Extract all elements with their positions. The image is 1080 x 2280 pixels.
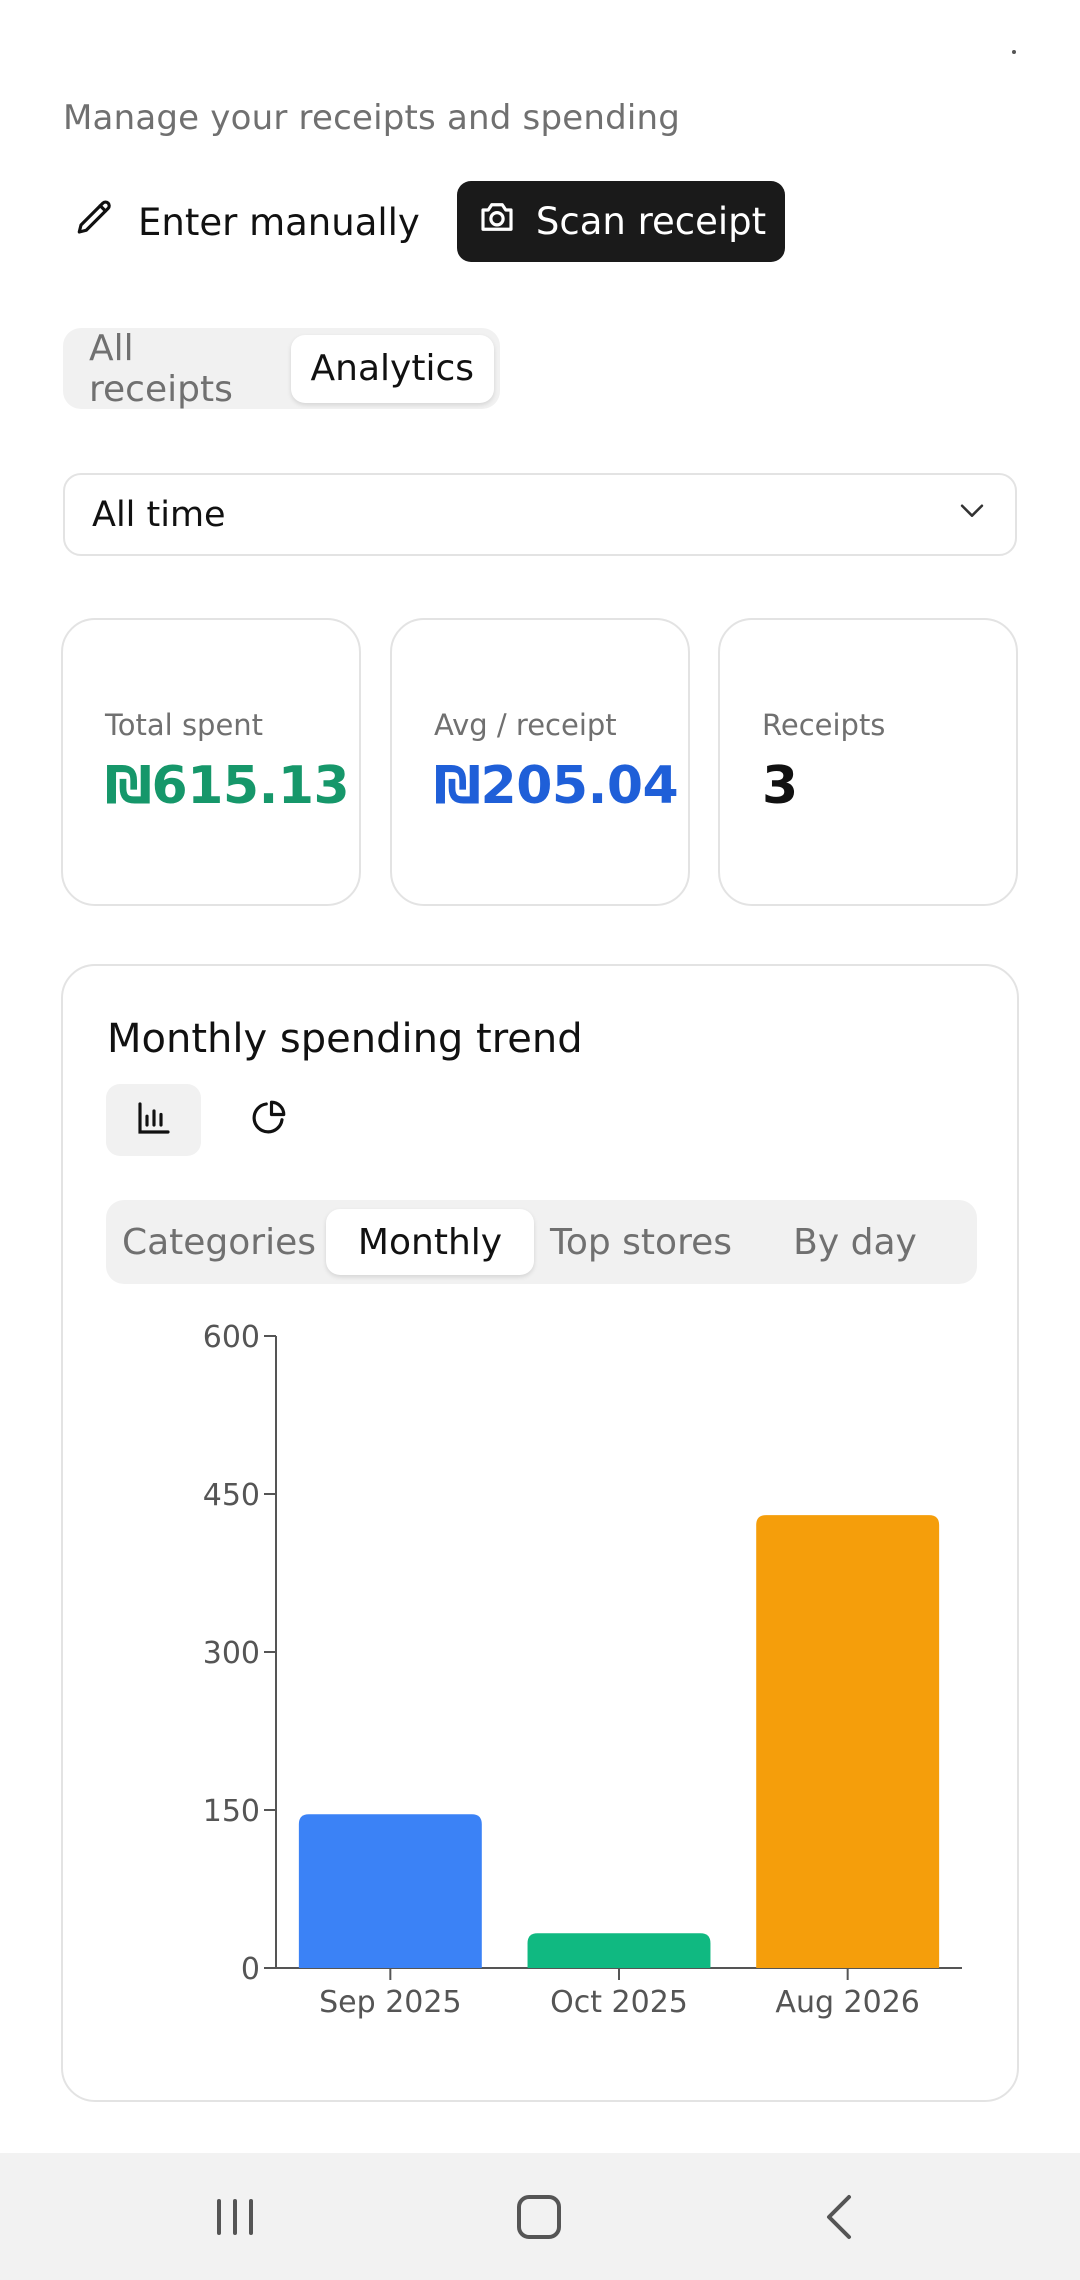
scan-receipt-label: Scan receipt [535,200,767,243]
x-tick-label: Sep 2025 [319,1985,461,2020]
analytics-screen: Manage your receipts and spending Enter … [0,0,1080,2280]
time-range-value: All time [92,494,226,535]
chevron-down-icon [955,493,989,536]
stat-value: 3 [762,756,798,816]
stat-card-total-spent: Total spent ₪615.13 [61,618,361,906]
view-tabs: All receipts Analytics [63,328,500,410]
stat-label: Total spent [105,708,264,742]
y-tick-label: 600 [203,1320,260,1355]
home-icon [499,2195,579,2261]
y-tick-label: 300 [203,1636,260,1671]
back-icon [801,2195,881,2261]
stat-value: ₪615.13 [105,756,350,816]
stat-value: ₪205.04 [434,756,679,816]
scan-receipt-button[interactable]: Scan receipt [457,181,785,262]
x-tick-label: Oct 2025 [550,1985,688,2020]
back-button[interactable] [801,2177,881,2257]
status-indicator [1012,50,1016,54]
bar-sep-2025 [298,1814,482,1968]
monthly-bar-chart: 0 150 300 450 600 Sep 2025 Oct 2025 Aug 2026 [203,1320,962,2020]
camera-icon [476,196,518,247]
home-button[interactable] [499,2177,579,2257]
y-tick-label: 0 [241,1952,260,1987]
recent-apps-icon [197,2199,277,2261]
spending-trend-card: Monthly spending trend Categories Monthl… [61,964,1019,2102]
stat-card-receipts: Receipts 3 [718,618,1018,906]
system-nav-bar [0,2153,1080,2280]
bar-oct-2025 [527,1933,711,1968]
y-tick-label: 450 [203,1478,260,1513]
tab-analytics[interactable]: Analytics [290,334,494,403]
enter-manually-button[interactable]: Enter manually [74,182,420,262]
x-tick-label: Aug 2026 [775,1985,919,2020]
page-subtitle: Manage your receipts and spending [63,98,681,138]
stat-card-avg-receipt: Avg / receipt ₪205.04 [390,618,690,906]
pencil-icon [74,197,116,248]
stat-label: Receipts [762,708,886,742]
recent-apps-button[interactable] [197,2177,277,2257]
time-range-select[interactable]: All time [63,473,1017,556]
tab-all-receipts[interactable]: All receipts [69,328,291,410]
y-tick-label: 150 [203,1794,260,1829]
stat-label: Avg / receipt [434,708,617,742]
bar-aug-2026 [756,1515,940,1968]
enter-manually-label: Enter manually [138,200,420,244]
